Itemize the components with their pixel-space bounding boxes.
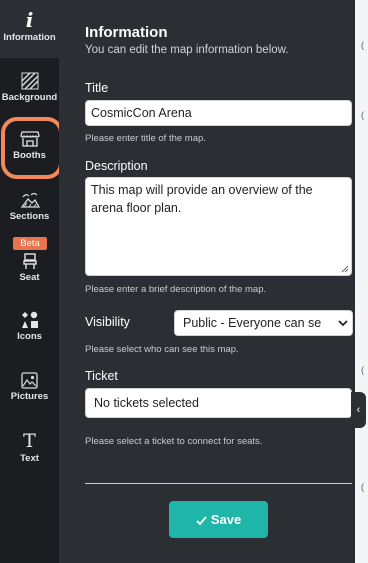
visibility-hint: Please select who can see this map. <box>85 344 239 355</box>
picture-icon <box>21 372 38 389</box>
sidebar-item-label: Icons <box>17 331 42 342</box>
sidebar-item-booths[interactable]: Booths <box>0 130 59 161</box>
sidebar-item-pictures[interactable]: Pictures <box>0 372 59 402</box>
background-pattern-icon <box>20 72 39 90</box>
divider <box>85 483 352 484</box>
shapes-icon <box>21 311 38 328</box>
sidebar: i Information Background Booths Sections… <box>0 0 63 563</box>
title-hint: Please enter title of the map. <box>85 133 206 144</box>
visibility-select[interactable]: Public - Everyone can se <box>174 310 353 336</box>
canvas-edge-mark: ( <box>361 365 364 375</box>
chevron-down-icon <box>338 318 348 328</box>
information-panel: Information You can edit the map informa… <box>59 0 355 563</box>
visibility-label: Visibility <box>85 315 130 329</box>
description-hint: Please enter a brief description of the … <box>85 284 267 295</box>
sidebar-item-label: Booths <box>13 150 46 161</box>
sidebar-item-information[interactable]: i Information <box>0 10 59 43</box>
ticket-label: Ticket <box>85 369 118 383</box>
panel-subtitle: You can edit the map information below. <box>85 44 289 56</box>
sidebar-item-sections[interactable]: Sections <box>0 191 59 222</box>
beta-badge: Beta <box>13 237 47 250</box>
canvas-edge-mark: ( <box>361 110 364 120</box>
sidebar-item-icons[interactable]: Icons <box>0 311 59 342</box>
ticket-select[interactable]: No tickets selected <box>85 388 352 418</box>
sidebar-item-text[interactable]: T Text <box>0 430 59 465</box>
seat-icon <box>22 253 37 269</box>
ticket-hint: Please select a ticket to connect for se… <box>85 436 263 447</box>
info-icon: i <box>25 8 34 32</box>
description-textarea[interactable]: This map will provide an overview of the… <box>85 177 352 276</box>
sidebar-item-label: Background <box>1 92 58 103</box>
visibility-value: Public - Everyone can se <box>183 316 322 330</box>
sidebar-item-label: Seat <box>19 272 40 283</box>
checkmark-icon <box>196 516 207 526</box>
sidebar-item-label: Sections <box>9 211 50 222</box>
save-button[interactable]: Save <box>169 501 268 538</box>
sidebar-item-seat[interactable]: Seat <box>0 253 59 283</box>
sidebar-item-label: Text <box>20 453 39 464</box>
canvas-edge <box>355 0 368 563</box>
booth-stall-icon <box>19 131 40 147</box>
save-label: Save <box>210 512 242 527</box>
collapse-panel-button[interactable]: ‹ <box>351 392 366 428</box>
description-label: Description <box>85 159 148 173</box>
panel-title: Information <box>85 24 168 41</box>
title-input[interactable]: CosmicCon Arena <box>85 100 352 126</box>
sections-landscape-icon <box>20 192 40 208</box>
description-text: This map will provide an overview of the… <box>91 183 313 215</box>
canvas-edge-mark: ( <box>361 482 364 492</box>
sidebar-item-label: Pictures <box>10 391 49 402</box>
sidebar-item-background[interactable]: Background <box>0 72 59 103</box>
resize-grip-icon[interactable] <box>341 265 349 273</box>
text-icon: T <box>23 430 36 452</box>
title-label: Title <box>85 81 109 95</box>
sidebar-item-label: Information <box>3 32 56 43</box>
canvas-edge-mark: ( <box>361 40 364 50</box>
